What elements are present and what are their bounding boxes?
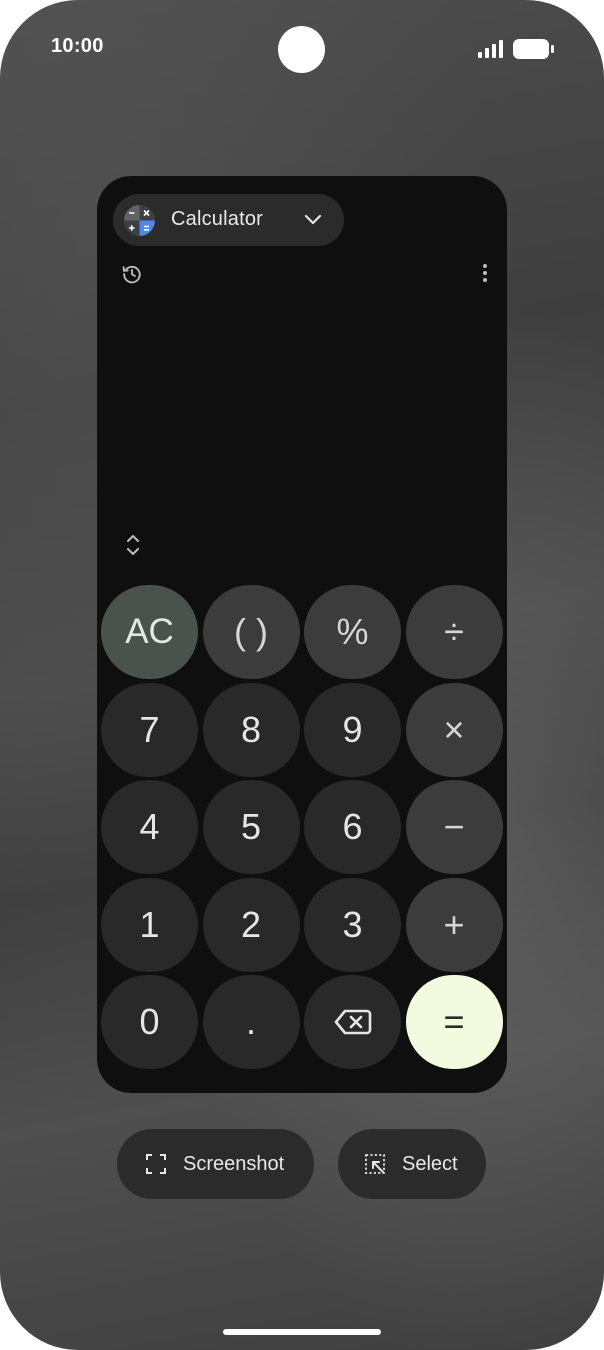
calculator-window: Calculator AC ( ) % ÷ 7 8 9 × 4 5 6 − 1 … [97, 176, 507, 1093]
key-percent[interactable]: % [304, 585, 401, 679]
key-label: 6 [342, 806, 363, 847]
key-9[interactable]: 9 [304, 682, 401, 777]
key-label: 8 [240, 708, 262, 750]
screenshot-button[interactable]: Screenshot [117, 1129, 314, 1199]
front-camera [278, 26, 325, 73]
more-vert-icon[interactable] [475, 262, 495, 284]
key-label: 2 [240, 903, 262, 945]
phone-screen: 10:00 Calculator AC () % ÷ 7 8 9 × 4 5 … [0, 0, 604, 1350]
key-6[interactable]: 6 [304, 780, 401, 874]
key-label: % [336, 611, 369, 652]
keypad: AC ( ) % ÷ 7 8 9 × 4 5 6 − 1 2 3 + 0 . = [101, 585, 503, 1069]
select-region-icon [365, 1154, 385, 1174]
app-switcher-chip[interactable]: Calculator [113, 194, 344, 246]
key-plus[interactable]: + [405, 877, 503, 972]
key-5[interactable]: 5 [202, 780, 300, 874]
key-ac[interactable]: AC [101, 585, 198, 679]
key-label: − [443, 806, 465, 847]
unfold-icon[interactable] [123, 532, 143, 558]
key-equals[interactable]: = [405, 975, 503, 1069]
select-label: Select [402, 1152, 458, 1175]
key-label: 9 [342, 708, 363, 750]
screenshot-label: Screenshot [183, 1152, 285, 1175]
key-label: 3 [342, 903, 363, 945]
key-label: 4 [139, 806, 160, 847]
key-label: AC [125, 612, 174, 651]
key-label: . [245, 1001, 256, 1042]
app-title: Calculator [171, 208, 264, 230]
key-2[interactable]: 2 [202, 877, 300, 972]
select-button[interactable]: Select [338, 1129, 486, 1199]
status-time: 10:00 [51, 35, 104, 57]
home-indicator[interactable] [223, 1329, 381, 1335]
key-decimal[interactable]: . [202, 975, 300, 1069]
key-0[interactable]: 0 [101, 975, 198, 1069]
key-divide[interactable]: ÷ [405, 585, 503, 679]
key-1[interactable]: 1 [101, 877, 198, 972]
key-label: 1 [139, 903, 160, 945]
chevron-down-icon [304, 214, 322, 225]
key-multiply[interactable]: × [405, 682, 503, 777]
key-3[interactable]: 3 [304, 877, 401, 972]
key-8[interactable]: 8 [202, 682, 300, 777]
key-backspace[interactable] [304, 975, 401, 1069]
calculator-app-icon [124, 205, 155, 236]
backspace-icon [334, 1009, 371, 1035]
key-parentheses[interactable]: ( ) [202, 585, 300, 679]
signal-icon [478, 40, 503, 58]
key-label: × [443, 708, 465, 750]
key-label: 7 [139, 708, 160, 750]
key-label: 5 [240, 806, 262, 847]
screenshot-frame-icon [146, 1154, 166, 1174]
battery-icon [513, 39, 554, 59]
key-4[interactable]: 4 [101, 780, 198, 874]
history-icon[interactable] [121, 263, 143, 285]
key-label: ( ) [234, 611, 268, 652]
key-label: 0 [139, 1001, 160, 1042]
key-label: ÷ [444, 611, 464, 652]
key-7[interactable]: 7 [101, 682, 198, 777]
key-label: = [443, 1001, 465, 1042]
key-label: + [443, 903, 465, 945]
key-minus[interactable]: − [405, 780, 503, 874]
